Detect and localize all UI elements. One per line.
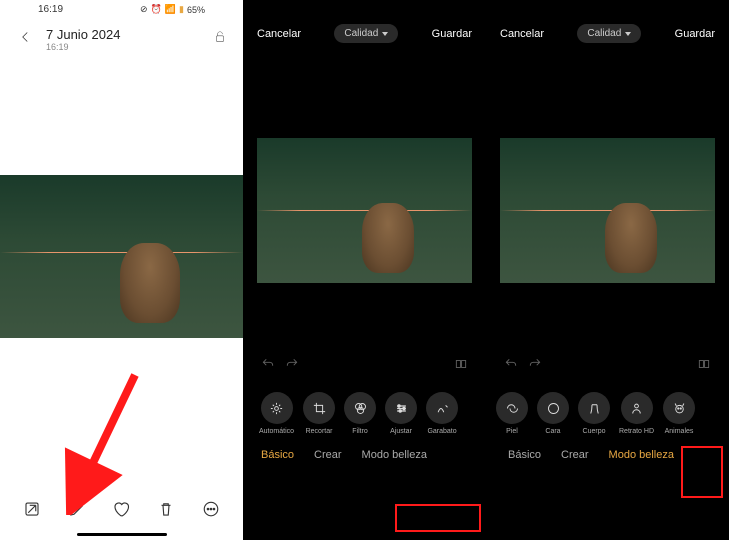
cancel-button[interactable]: Cancelar <box>257 28 301 40</box>
photo-time: 16:19 <box>46 42 201 52</box>
status-time: 16:19 <box>38 4 63 15</box>
gallery-photo[interactable] <box>0 175 243 338</box>
back-icon[interactable] <box>16 28 34 51</box>
tab-crear[interactable]: Crear <box>314 449 342 461</box>
tool-automatico[interactable]: Automático <box>259 392 294 435</box>
home-handle[interactable] <box>77 533 167 536</box>
tool-row: Automático Recortar Filtro Ajustar Garab… <box>243 382 486 439</box>
tool-garabato[interactable]: Garabato <box>426 392 458 435</box>
tool-cara[interactable]: Cara <box>537 392 569 435</box>
editor-photo[interactable] <box>500 138 715 283</box>
tab-crear[interactable]: Crear <box>561 449 589 461</box>
save-button[interactable]: Guardar <box>675 28 715 40</box>
status-bar: 16:19 ⊘ ⏰ 📶 ▮ 65% <box>0 0 243 19</box>
tool-piel[interactable]: Piel <box>496 392 528 435</box>
dnd-icon: ⊘ <box>140 4 148 15</box>
heart-icon[interactable] <box>111 499 131 519</box>
undo-icon[interactable] <box>261 357 275 376</box>
quality-selector[interactable]: Calidad <box>577 24 641 43</box>
tool-animales[interactable]: Animales <box>663 392 695 435</box>
editor-top-bar: Cancelar Calidad Guardar <box>243 14 486 53</box>
edit-icon[interactable] <box>67 499 87 519</box>
tab-modo-belleza[interactable]: Modo belleza <box>362 449 427 461</box>
cancel-button[interactable]: Cancelar <box>500 28 544 40</box>
share-icon[interactable] <box>22 499 42 519</box>
gallery-header: 7 Junio 2024 16:19 <box>0 19 243 60</box>
lock-icon[interactable] <box>213 30 227 49</box>
tool-recortar[interactable]: Recortar <box>303 392 335 435</box>
compare-icon[interactable] <box>454 357 468 376</box>
undo-row <box>243 351 486 382</box>
tab-basico[interactable]: Básico <box>508 449 541 461</box>
compare-icon[interactable] <box>697 357 711 376</box>
tab-modo-belleza[interactable]: Modo belleza <box>609 449 674 461</box>
tool-row: Piel Cara Cuerpo Retrato HD Animales <box>486 382 729 439</box>
tool-ajustar[interactable]: Ajustar <box>385 392 417 435</box>
trash-icon[interactable] <box>156 499 176 519</box>
editor-beauty-panel: Cancelar Calidad Guardar Piel Cara Cuerp… <box>486 0 729 540</box>
status-icons: ⊘ ⏰ 📶 ▮ 65% <box>140 4 205 15</box>
undo-icon[interactable] <box>504 357 518 376</box>
header-text: 7 Junio 2024 16:19 <box>46 27 201 52</box>
editor-top-bar: Cancelar Calidad Guardar <box>486 14 729 53</box>
gallery-bottom-bar <box>0 485 243 533</box>
gallery-panel: 16:19 ⊘ ⏰ 📶 ▮ 65% 7 Junio 2024 16:19 <box>0 0 243 540</box>
battery-percent: 65% <box>187 5 205 15</box>
highlight-modo-belleza <box>395 504 481 532</box>
tool-retrato-hd[interactable]: Retrato HD <box>619 392 654 435</box>
redo-icon[interactable] <box>528 357 542 376</box>
tool-filtro[interactable]: Filtro <box>344 392 376 435</box>
tab-basico[interactable]: Básico <box>261 449 294 461</box>
undo-row <box>486 351 729 382</box>
save-button[interactable]: Guardar <box>432 28 472 40</box>
battery-icon: ▮ <box>179 4 184 15</box>
redo-icon[interactable] <box>285 357 299 376</box>
alarm-icon: ⏰ <box>151 4 162 15</box>
editor-basic-panel: Cancelar Calidad Guardar Automático Reco… <box>243 0 486 540</box>
tab-row: Básico Crear Modo belleza <box>486 439 729 475</box>
editor-photo[interactable] <box>257 138 472 283</box>
wifi-icon: 📶 <box>165 4 176 15</box>
quality-selector[interactable]: Calidad <box>334 24 398 43</box>
tool-cuerpo[interactable]: Cuerpo <box>578 392 610 435</box>
tab-row: Básico Crear Modo belleza <box>243 439 486 475</box>
photo-date: 7 Junio 2024 <box>46 27 201 42</box>
more-icon[interactable] <box>201 499 221 519</box>
